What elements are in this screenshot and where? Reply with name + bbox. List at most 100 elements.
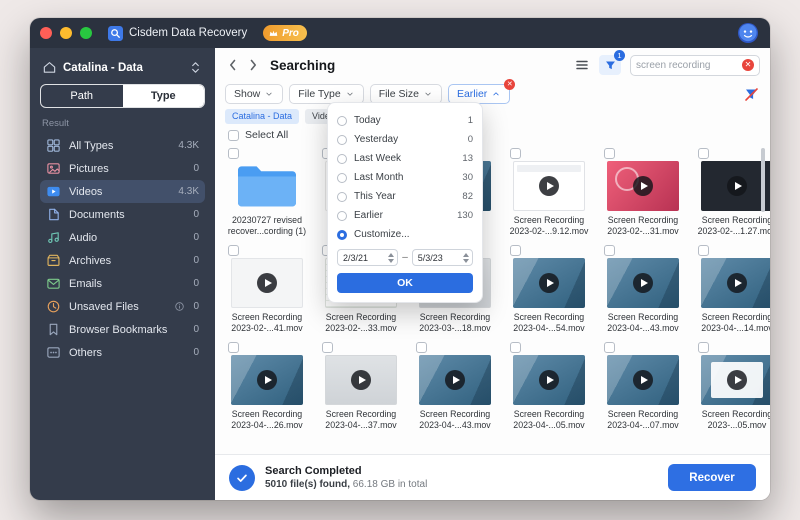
file-cell[interactable]: Screen Recording 2023-04-...54.mov	[503, 245, 595, 342]
date-from-input[interactable]: 2/3/21	[337, 249, 398, 266]
recover-button[interactable]: Recover	[668, 464, 756, 491]
date-from-stepper[interactable]	[388, 253, 394, 263]
file-checkbox[interactable]	[604, 148, 615, 159]
file-cell[interactable]: Screen Recording 2023-04-...14.mov	[691, 245, 770, 342]
date-to-stepper[interactable]	[463, 253, 469, 263]
reset-filters-icon[interactable]	[743, 86, 760, 103]
file-checkbox[interactable]	[604, 342, 615, 353]
sidebar-item-browser-bookmarks[interactable]: Browser Bookmarks0	[40, 318, 205, 341]
account-avatar[interactable]	[738, 23, 758, 43]
list-view-icon[interactable]	[574, 57, 590, 73]
video-thumbnail[interactable]	[325, 355, 397, 405]
video-thumbnail[interactable]	[513, 258, 585, 308]
file-cell[interactable]: Screen Recording 2023-02-...9.12.mov	[503, 148, 595, 245]
file-cell[interactable]: Screen Recording 2023-04-...43.mov	[597, 245, 689, 342]
video-thumbnail[interactable]	[513, 355, 585, 405]
folder-icon[interactable]	[235, 161, 299, 211]
file-checkbox[interactable]	[698, 245, 709, 256]
video-thumbnail[interactable]	[701, 258, 770, 308]
sidebar-item-documents[interactable]: Documents0	[40, 203, 205, 226]
file-checkbox[interactable]	[322, 342, 333, 353]
filter-button-earlier[interactable]: Earlier✕	[448, 84, 510, 104]
file-checkbox[interactable]	[510, 148, 521, 159]
video-thumbnail[interactable]	[701, 161, 770, 211]
drive-selector[interactable]: Catalina - Data	[40, 58, 205, 84]
file-name: Screen Recording 2023-04-...07.mov	[597, 409, 689, 432]
clear-search-icon[interactable]: ✕	[742, 59, 754, 71]
forward-button[interactable]	[245, 57, 261, 73]
video-thumbnail[interactable]	[419, 355, 491, 405]
filter-button-show[interactable]: Show	[225, 84, 283, 104]
filter-button-file-size[interactable]: File Size	[370, 84, 442, 104]
video-thumbnail[interactable]	[607, 161, 679, 211]
filter-panel-button[interactable]: 1	[599, 55, 621, 75]
date-option-count: 30	[462, 172, 473, 183]
video-thumbnail[interactable]	[513, 161, 585, 211]
search-input[interactable]: screen recording ✕	[630, 55, 760, 76]
date-option-customize[interactable]: Customize...	[337, 225, 473, 244]
video-thumbnail[interactable]	[607, 355, 679, 405]
date-option-yesterday[interactable]: Yesterday0	[337, 130, 473, 149]
ok-button[interactable]: OK	[337, 273, 473, 293]
sidebar-tab-path[interactable]: Path	[41, 85, 123, 107]
file-cell[interactable]: Screen Recording 2023-02-...1.27.mov	[691, 148, 770, 245]
titlebar: Cisdem Data Recovery Pro	[30, 18, 770, 48]
file-checkbox[interactable]	[510, 342, 521, 353]
file-cell[interactable]: Screen Recording 2023-...05.mov	[691, 342, 770, 439]
sidebar-item-unsaved-files[interactable]: Unsaved Files0	[40, 295, 205, 318]
video-thumbnail[interactable]	[701, 355, 770, 405]
file-checkbox[interactable]	[416, 342, 427, 353]
file-name: Screen Recording 2023-04-...14.mov	[691, 312, 770, 335]
file-checkbox[interactable]	[228, 245, 239, 256]
file-cell[interactable]: Screen Recording 2023-04-...26.mov	[221, 342, 313, 439]
sidebar-item-videos[interactable]: Videos4.3K	[40, 180, 205, 203]
sidebar-item-pictures[interactable]: Pictures0	[40, 157, 205, 180]
sidebar-item-others[interactable]: Others0	[40, 341, 205, 364]
date-option-last-week[interactable]: Last Week13	[337, 149, 473, 168]
filter-button-label: Earlier	[457, 88, 487, 100]
date-option-earlier[interactable]: Earlier130	[337, 206, 473, 225]
mail-icon	[46, 276, 61, 291]
play-icon	[633, 273, 653, 293]
scrollbar[interactable]	[761, 148, 765, 212]
sidebar-item-archives[interactable]: Archives0	[40, 249, 205, 272]
filter-button-file-type[interactable]: File Type	[289, 84, 363, 104]
date-option-last-month[interactable]: Last Month 30	[337, 168, 473, 187]
back-button[interactable]	[225, 57, 241, 73]
remove-filter-icon[interactable]: ✕	[504, 79, 515, 90]
date-option-label: Last Month	[354, 172, 403, 183]
file-cell[interactable]: Screen Recording 2023-02-...41.mov	[221, 245, 313, 342]
file-checkbox[interactable]	[510, 245, 521, 256]
video-thumbnail[interactable]	[607, 258, 679, 308]
file-cell[interactable]: Screen Recording 2023-04-...07.mov	[597, 342, 689, 439]
select-all-checkbox[interactable]: Select All	[215, 126, 770, 144]
pro-badge[interactable]: Pro	[263, 25, 307, 41]
radio-icon	[337, 135, 347, 145]
date-option-this-year[interactable]: This Year82	[337, 187, 473, 206]
sidebar-item-audio[interactable]: Audio0	[40, 226, 205, 249]
file-cell[interactable]: Screen Recording 2023-04-...43.mov	[409, 342, 501, 439]
breadcrumb-catalina-data[interactable]: Catalina - Data	[225, 109, 299, 124]
file-cell[interactable]: Screen Recording 2023-04-...05.mov	[503, 342, 595, 439]
sidebar-item-count: 0	[193, 324, 199, 335]
file-checkbox[interactable]	[698, 342, 709, 353]
file-checkbox[interactable]	[604, 245, 615, 256]
sidebar-item-all-types[interactable]: All Types4.3K	[40, 134, 205, 157]
date-to-input[interactable]: 5/3/23	[412, 249, 473, 266]
video-thumbnail[interactable]	[231, 258, 303, 308]
file-checkbox[interactable]	[228, 148, 239, 159]
close-window-button[interactable]	[40, 27, 52, 39]
date-option-today[interactable]: Today1	[337, 111, 473, 130]
file-checkbox[interactable]	[228, 342, 239, 353]
sidebar-list: All Types4.3KPictures0Videos4.3KDocument…	[40, 134, 205, 364]
file-cell[interactable]: Screen Recording 2023-02-...31.mov	[597, 148, 689, 245]
sidebar-tab-type[interactable]: Type	[123, 85, 205, 107]
sidebar-item-emails[interactable]: Emails0	[40, 272, 205, 295]
file-cell[interactable]: Screen Recording 2023-04-...37.mov	[315, 342, 407, 439]
file-checkbox[interactable]	[698, 148, 709, 159]
date-option-count: 13	[462, 153, 473, 164]
video-thumbnail[interactable]	[231, 355, 303, 405]
zoom-window-button[interactable]	[80, 27, 92, 39]
minimize-window-button[interactable]	[60, 27, 72, 39]
file-cell[interactable]: 20230727 revised recover...cording (1)	[221, 148, 313, 245]
